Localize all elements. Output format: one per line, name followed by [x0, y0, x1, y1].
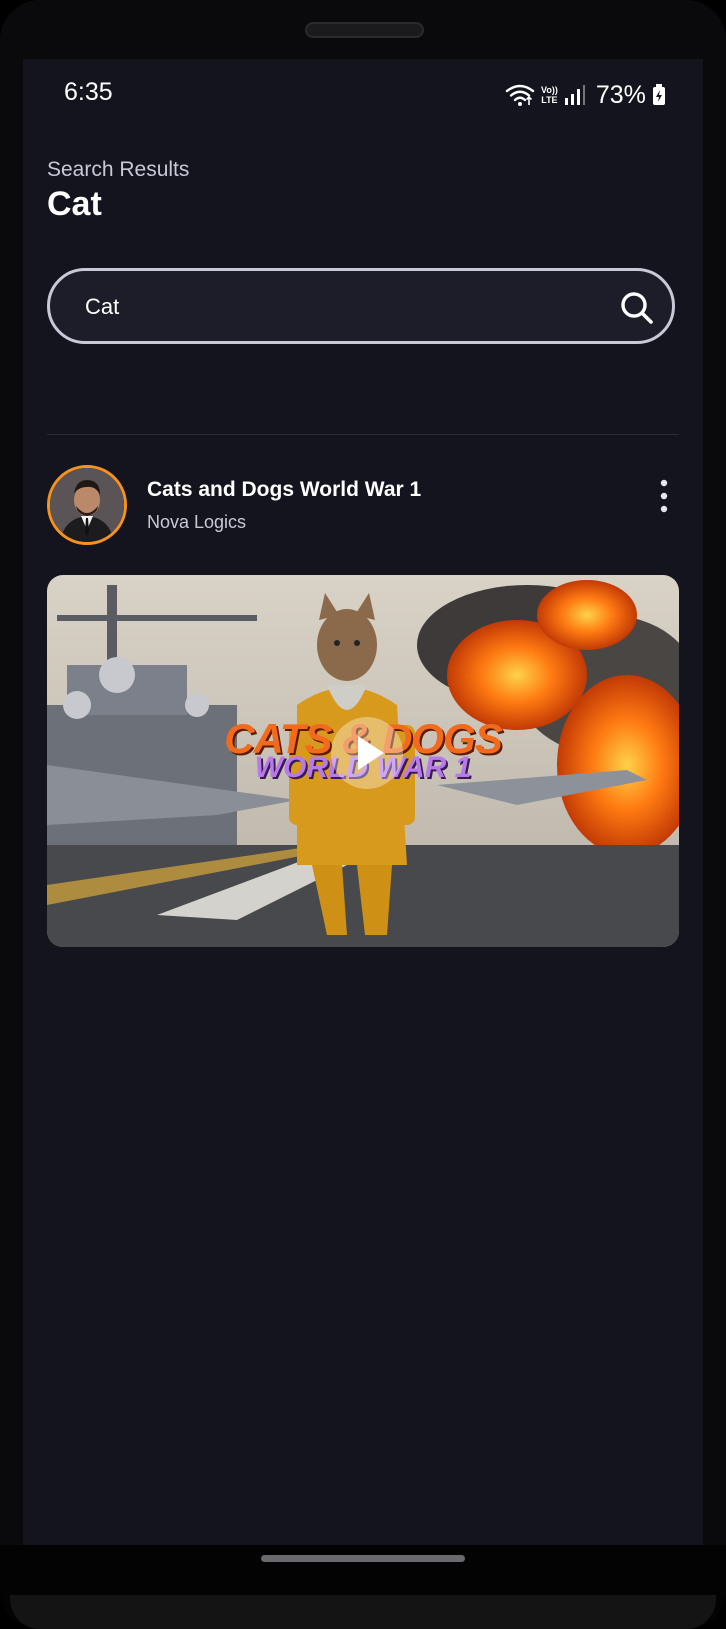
search-input[interactable]	[83, 271, 587, 343]
home-indicator[interactable]	[261, 1555, 465, 1562]
speaker-grille	[305, 22, 424, 38]
battery-percent: 73%	[595, 80, 646, 109]
search-bar[interactable]	[47, 268, 675, 344]
phone-chin	[10, 1595, 716, 1629]
signal-icon	[564, 85, 585, 105]
avatar-image	[50, 468, 124, 542]
page-title: Cat	[47, 185, 102, 223]
divider	[47, 434, 679, 435]
video-title[interactable]: Cats and Dogs World War 1	[147, 478, 421, 502]
page-subtitle: Search Results	[47, 158, 190, 181]
search-icon[interactable]	[620, 291, 654, 325]
play-icon[interactable]	[330, 716, 404, 790]
status-icons: Vo)) LTE 73%	[505, 80, 666, 110]
more-vertical-icon[interactable]	[656, 478, 672, 514]
channel-avatar[interactable]	[47, 465, 127, 545]
status-time: 6:35	[64, 78, 113, 106]
wifi-icon	[505, 84, 535, 106]
volte-indicator: Vo)) LTE	[541, 85, 558, 105]
battery-icon	[652, 84, 665, 105]
phone-frame: 6:35 Vo)) LTE 73% Search Results Cat Cat…	[0, 0, 726, 1629]
channel-name[interactable]: Nova Logics	[147, 512, 246, 533]
video-thumbnail[interactable]: CATS & DOGS WORLD WAR 1	[47, 575, 679, 947]
